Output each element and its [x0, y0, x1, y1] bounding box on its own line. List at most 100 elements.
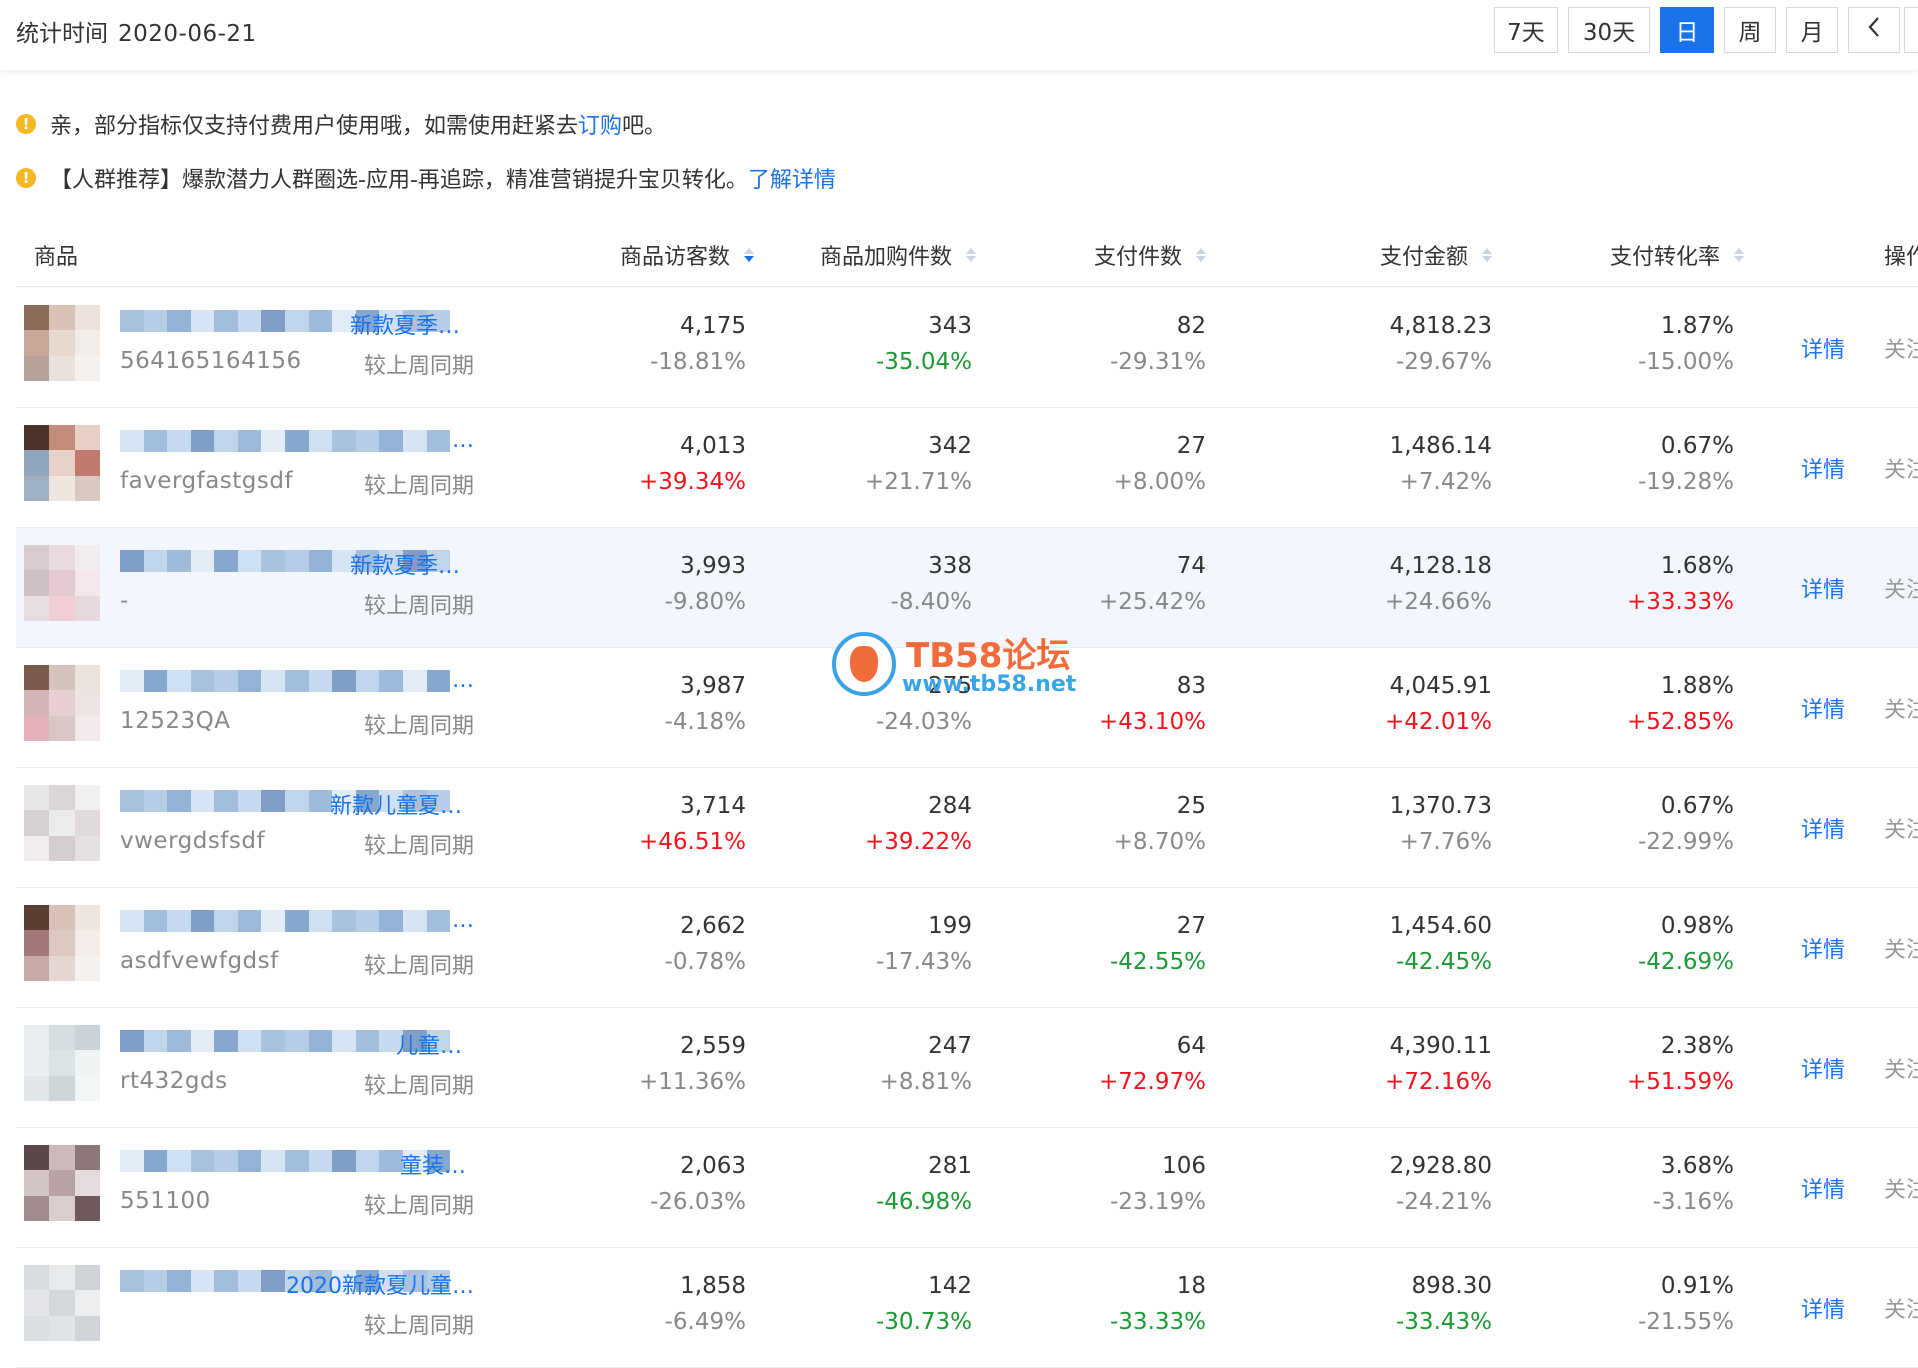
follow-link[interactable]: 关注 — [1884, 1172, 1918, 1204]
detail-link[interactable]: 详情 — [1801, 692, 1845, 724]
product-thumbnail[interactable] — [24, 425, 100, 501]
col-header-visitors[interactable]: 商品访客数 — [620, 239, 755, 271]
follow-link[interactable]: 关注 — [1884, 452, 1918, 484]
product-thumbnail[interactable] — [24, 1265, 100, 1341]
blur-pixel — [214, 430, 238, 452]
range-week-button[interactable]: 周 — [1724, 7, 1776, 53]
conversion-cell: 2.38% +51.59% — [1506, 1028, 1734, 1100]
pay-items-cell: 27 +8.00% — [996, 428, 1206, 500]
thumb-pixel — [74, 785, 100, 811]
visitors-change: -4.18% — [664, 709, 746, 735]
chevron-left-icon — [1867, 16, 1881, 44]
blur-pixel — [237, 910, 262, 932]
thumb-pixel — [49, 1050, 75, 1076]
blur-pixel — [214, 1030, 238, 1052]
pay-amount-cell: 898.30 -33.43% — [1226, 1268, 1492, 1340]
visitors-value: 2,063 — [680, 1153, 746, 1179]
thumb-pixel — [24, 545, 50, 571]
visitors-change: -6.49% — [664, 1309, 746, 1335]
follow-link[interactable]: 关注 — [1884, 1052, 1918, 1084]
cart-cell: 342 +21.71% — [766, 428, 972, 500]
pay-amount-value: 4,045.91 — [1389, 673, 1492, 699]
thumb-pixel — [24, 955, 50, 981]
conversion-cell: 0.67% -22.99% — [1506, 788, 1734, 860]
range-day-button[interactable]: 日 — [1660, 7, 1714, 53]
product-thumbnail[interactable] — [24, 905, 100, 981]
pay-items-change: -29.31% — [1110, 349, 1206, 375]
detail-link[interactable]: 详情 — [1801, 1172, 1845, 1204]
thumb-pixel — [74, 450, 100, 476]
sort-desc-icon[interactable] — [744, 248, 755, 262]
pay-items-change: -23.19% — [1110, 1189, 1206, 1215]
col-header-pay-items[interactable]: 支付件数 — [1094, 239, 1207, 271]
pay-amount-value: 898.30 — [1411, 1273, 1492, 1299]
conversion-change: -42.69% — [1638, 949, 1734, 975]
thumb-pixel — [74, 425, 100, 451]
thumb-pixel — [49, 1145, 75, 1171]
blur-pixel — [143, 430, 168, 452]
product-title-blurred[interactable] — [120, 910, 450, 932]
thumb-pixel — [74, 810, 100, 836]
blur-pixel — [167, 430, 191, 452]
detail-link[interactable]: 详情 — [1801, 1292, 1845, 1324]
pay-items-cell: 27 -42.55% — [996, 908, 1206, 980]
blur-pixel — [285, 430, 309, 452]
next-date-button[interactable] — [1904, 7, 1918, 53]
product-thumbnail[interactable] — [24, 665, 100, 741]
visitors-value: 4,175 — [680, 313, 746, 339]
sort-icon[interactable] — [966, 248, 977, 262]
thumb-pixel — [74, 545, 100, 571]
follow-link[interactable]: 关注 — [1884, 1292, 1918, 1324]
product-thumbnail[interactable] — [24, 1145, 100, 1221]
cart-value: 199 — [928, 913, 972, 939]
conversion-cell: 1.87% -15.00% — [1506, 308, 1734, 380]
sort-icon[interactable] — [1482, 248, 1493, 262]
range-7d-button[interactable]: 7天 — [1494, 7, 1558, 53]
col-header-cart[interactable]: 商品加购件数 — [820, 239, 977, 271]
range-30d-button[interactable]: 30天 — [1568, 7, 1650, 53]
follow-link[interactable]: 关注 — [1884, 932, 1918, 964]
follow-link[interactable]: 关注 — [1884, 812, 1918, 844]
follow-link[interactable]: 关注 — [1884, 572, 1918, 604]
detail-link[interactable]: 详情 — [1801, 572, 1845, 604]
thumb-pixel — [24, 690, 50, 716]
visitors-change: -9.80% — [664, 589, 746, 615]
range-month-button[interactable]: 月 — [1786, 7, 1838, 53]
prev-date-button[interactable] — [1848, 7, 1900, 53]
detail-link[interactable]: 详情 — [1801, 932, 1845, 964]
follow-link[interactable]: 关注 — [1884, 332, 1918, 364]
col-header-conversion[interactable]: 支付转化率 — [1610, 239, 1745, 271]
blur-pixel — [332, 910, 356, 932]
subscribe-link[interactable]: 订购 — [578, 108, 622, 140]
blur-pixel — [261, 790, 286, 812]
blur-pixel — [261, 1030, 286, 1052]
thumb-pixel — [49, 305, 75, 331]
product-thumbnail[interactable] — [24, 545, 100, 621]
product-title-blurred[interactable] — [120, 670, 450, 692]
learn-more-link[interactable]: 了解详情 — [748, 162, 836, 194]
product-title-blurred[interactable] — [120, 430, 450, 452]
thumb-pixel — [24, 475, 50, 501]
sort-icon[interactable] — [1196, 248, 1207, 262]
conversion-value: 1.87% — [1660, 313, 1734, 339]
product-thumbnail[interactable] — [24, 305, 100, 381]
product-thumbnail[interactable] — [24, 785, 100, 861]
visitors-cell: 1,858 -6.49% — [436, 1268, 746, 1340]
stat-time: 统计时间 2020-06-21 — [16, 14, 257, 48]
sort-icon[interactable] — [1734, 248, 1745, 262]
detail-link[interactable]: 详情 — [1801, 452, 1845, 484]
blur-pixel — [261, 1150, 286, 1172]
detail-link[interactable]: 详情 — [1801, 812, 1845, 844]
visitors-cell: 2,063 -26.03% — [436, 1148, 746, 1220]
pay-items-cell: 106 -23.19% — [996, 1148, 1206, 1220]
product-thumbnail[interactable] — [24, 1025, 100, 1101]
follow-link[interactable]: 关注 — [1884, 692, 1918, 724]
thumb-pixel — [24, 330, 50, 356]
cart-change: +39.22% — [865, 829, 972, 855]
detail-link[interactable]: 详情 — [1801, 332, 1845, 364]
thumb-pixel — [49, 1025, 75, 1051]
thumb-pixel — [24, 1315, 50, 1341]
col-header-pay-amount[interactable]: 支付金额 — [1380, 239, 1493, 271]
detail-link[interactable]: 详情 — [1801, 1052, 1845, 1084]
thumb-pixel — [24, 835, 50, 861]
